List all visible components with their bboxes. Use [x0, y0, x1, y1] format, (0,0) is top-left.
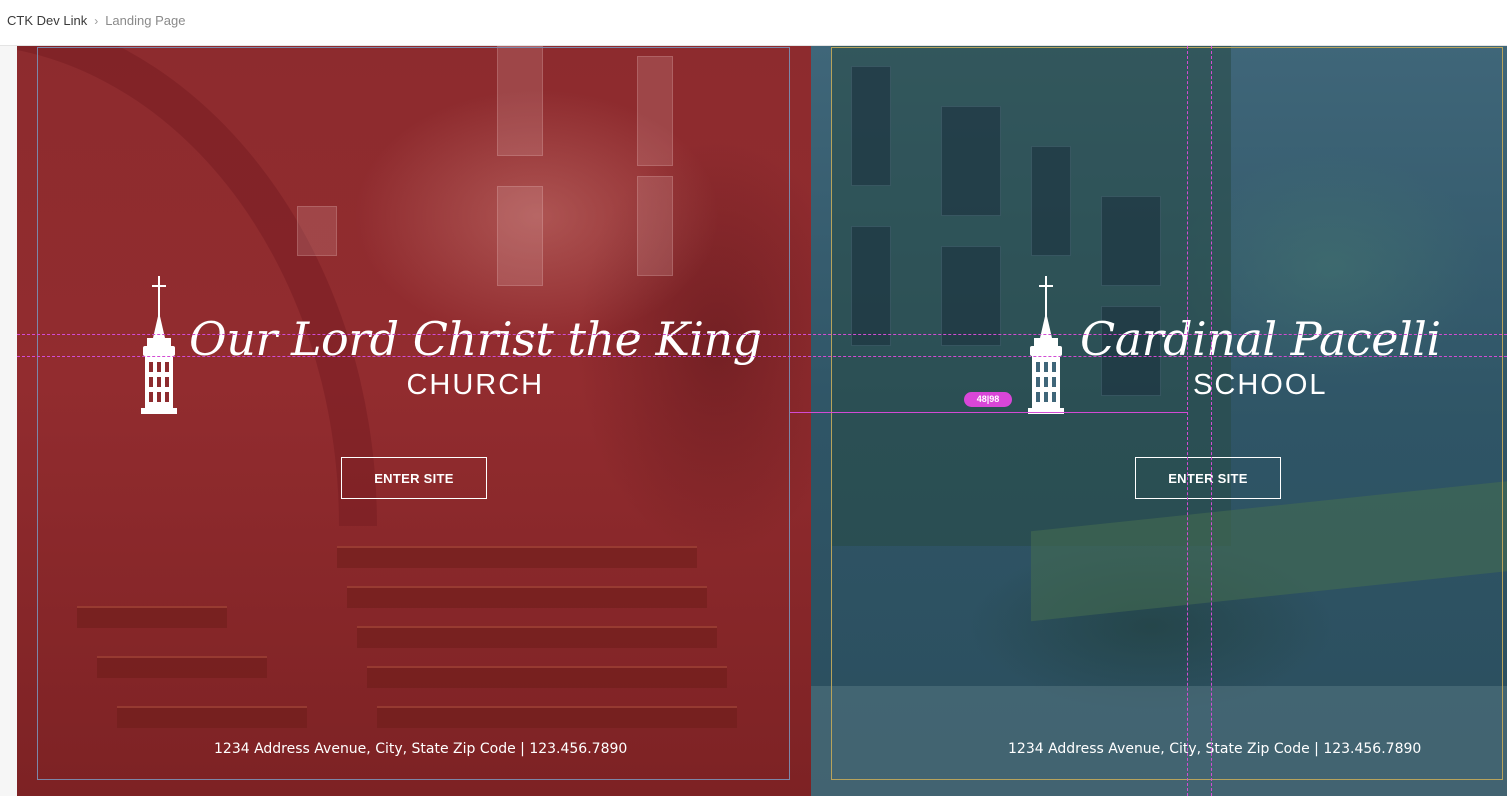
top-bar: CTK Dev Link › Landing Page	[0, 0, 1507, 46]
alignment-guide-vertical	[1187, 46, 1188, 796]
spacing-measure-badge: 48|98	[964, 392, 1012, 407]
breadcrumb-current: Landing Page	[105, 13, 186, 28]
alignment-guide-horizontal	[17, 334, 1507, 335]
chevron-right-icon: ›	[94, 13, 99, 28]
alignment-guide-vertical	[1211, 46, 1212, 796]
design-canvas: Our Lord Christ the King CHURCH ENTER SI…	[0, 46, 1507, 796]
church-section-outline	[37, 47, 790, 780]
school-section-outline	[831, 47, 1503, 780]
spacing-measure-line	[790, 412, 1188, 413]
alignment-guide-horizontal	[17, 356, 1507, 357]
breadcrumb: CTK Dev Link › Landing Page	[7, 13, 185, 28]
breadcrumb-root-link[interactable]: CTK Dev Link	[7, 13, 87, 28]
